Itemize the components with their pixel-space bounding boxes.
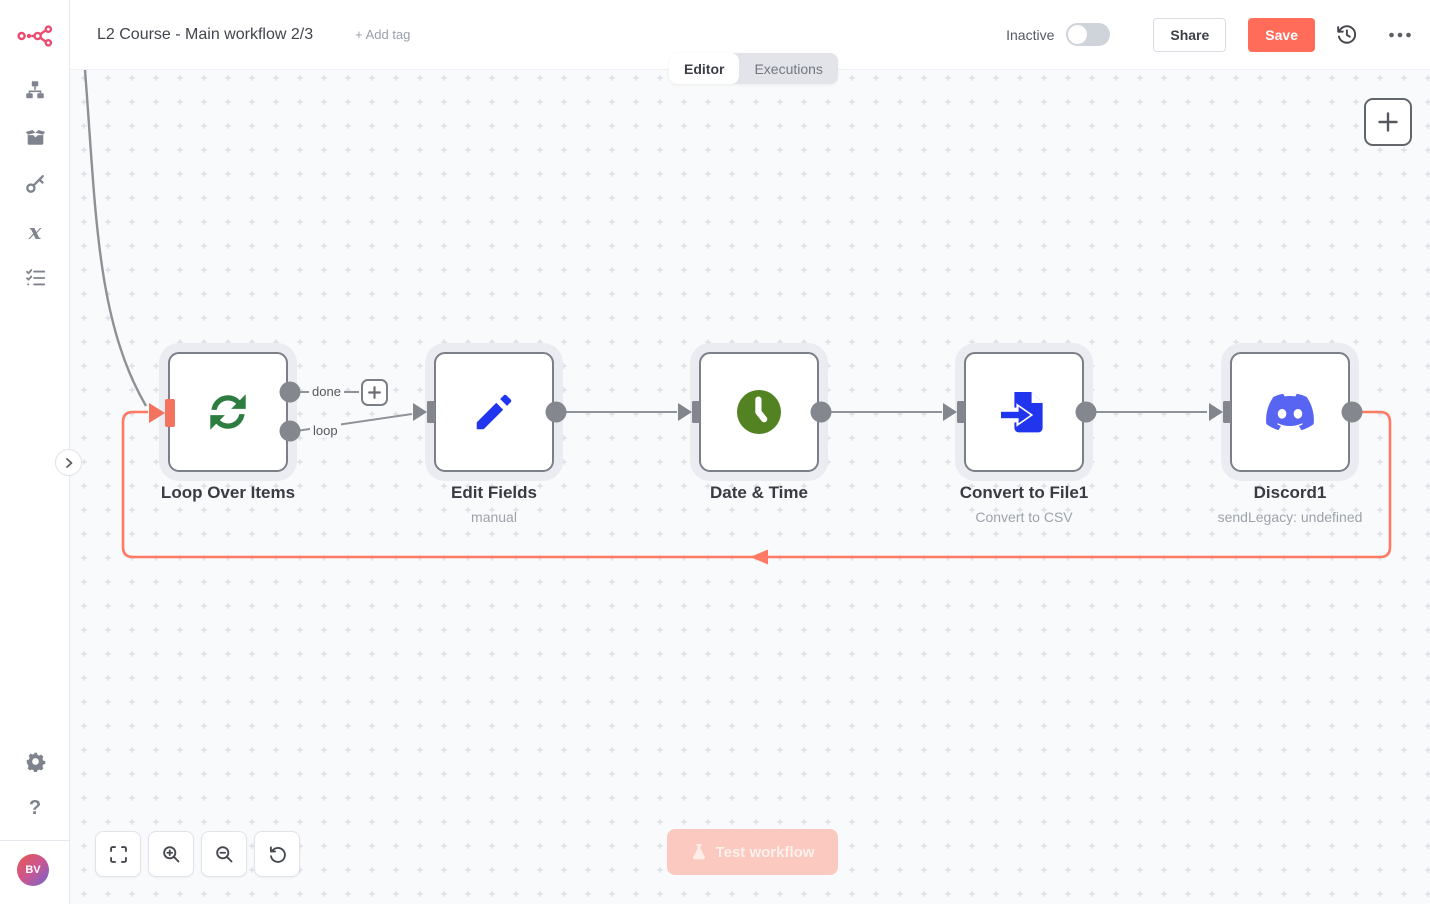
wire-trigger: [85, 70, 146, 406]
sidebar-item-settings[interactable]: [0, 744, 70, 778]
share-button[interactable]: Share: [1153, 18, 1226, 52]
help-question-icon: ?: [29, 797, 41, 820]
flask-icon: [691, 843, 707, 861]
fit-view-icon: [108, 844, 129, 865]
more-options-button[interactable]: [1388, 31, 1412, 39]
ellipsis-icon: [1388, 31, 1412, 39]
node-box[interactable]: [168, 352, 288, 472]
test-workflow-label: Test workflow: [716, 844, 815, 861]
loopback-arrow: [750, 550, 768, 565]
discord-icon: [1264, 391, 1316, 433]
node-box[interactable]: [964, 352, 1084, 472]
sidebar-item-variables[interactable]: x: [0, 214, 70, 248]
zoom-out-icon: [214, 844, 235, 865]
pencil-icon: [471, 389, 517, 435]
reset-zoom-button[interactable]: [254, 831, 300, 877]
variables-x-icon: x: [29, 221, 42, 242]
header-actions: Inactive Share Save: [1006, 18, 1412, 52]
credentials-key-icon: [24, 173, 46, 195]
templates-box-icon: [24, 126, 47, 148]
node-title: Date & Time: [710, 483, 808, 503]
zoom-in-button[interactable]: [148, 831, 194, 877]
history-icon: [1335, 23, 1358, 46]
node-box[interactable]: [1230, 352, 1350, 472]
node-date-time[interactable]: Date & Time: [699, 352, 819, 472]
plus-icon: [367, 385, 382, 400]
sidebar-item-credentials[interactable]: [0, 167, 70, 201]
sidebar-item-templates[interactable]: [0, 120, 70, 154]
node-title: Convert to File1: [960, 483, 1088, 503]
active-toggle[interactable]: [1066, 23, 1110, 46]
sidebar-item-executions[interactable]: [0, 261, 70, 295]
sidebar-divider: [0, 840, 69, 841]
add-node-button[interactable]: [1364, 98, 1412, 146]
node-subtitle: manual: [471, 509, 517, 525]
input-arrow-loop-node: [149, 403, 165, 423]
zoom-to-fit-button[interactable]: [95, 831, 141, 877]
workflows-sitemap-icon: [24, 79, 46, 101]
output-label-loop: loop: [310, 423, 341, 438]
node-loop-over-items[interactable]: Loop Over Items: [168, 352, 288, 472]
node-convert-to-file[interactable]: Convert to File1 Convert to CSV: [964, 352, 1084, 472]
node-edit-fields[interactable]: Edit Fields manual: [434, 352, 554, 472]
executions-checklist-icon: [24, 267, 47, 289]
file-import-icon: [1000, 388, 1048, 436]
clock-icon: [735, 388, 783, 436]
node-subtitle: sendLegacy: undefined: [1218, 509, 1363, 525]
tab-executions[interactable]: Executions: [739, 53, 837, 84]
workflow-status-label: Inactive: [1006, 27, 1054, 43]
toggle-knob: [1068, 25, 1087, 44]
workflow-title[interactable]: L2 Course - Main workflow 2/3: [97, 26, 313, 44]
workflow-history-button[interactable]: [1335, 23, 1358, 46]
sidebar-expand-button[interactable]: [55, 449, 82, 476]
test-workflow-button[interactable]: Test workflow: [667, 829, 838, 875]
node-subtitle: Convert to CSV: [975, 509, 1072, 525]
n8n-logo-icon: [17, 19, 53, 49]
node-box[interactable]: [699, 352, 819, 472]
add-node-after-done-button[interactable]: [361, 379, 388, 406]
node-title: Edit Fields: [451, 483, 537, 503]
tab-editor[interactable]: Editor: [669, 53, 739, 84]
plus-icon: [1377, 111, 1399, 133]
sidebar-item-help[interactable]: ?: [0, 791, 70, 825]
add-tag-button[interactable]: + Add tag: [355, 27, 410, 42]
save-button[interactable]: Save: [1248, 18, 1315, 52]
zoom-out-button[interactable]: [201, 831, 247, 877]
output-label-done: done: [309, 384, 344, 399]
chevron-right-icon: [63, 457, 75, 469]
canvas-zoom-controls: [95, 831, 300, 877]
node-discord[interactable]: Discord1 sendLegacy: undefined: [1230, 352, 1350, 472]
loop-sync-icon: [203, 387, 253, 437]
user-avatar[interactable]: BV: [17, 854, 49, 886]
view-tabs: Editor Executions: [669, 53, 838, 84]
zoom-in-icon: [161, 844, 182, 865]
gear-icon: [25, 751, 46, 772]
workflow-canvas[interactable]: Loop Over Items Edit Fields manual Date …: [70, 70, 1430, 904]
sidebar-item-workflows[interactable]: [0, 73, 70, 107]
n8n-logo[interactable]: [0, 17, 70, 51]
reset-zoom-icon: [267, 844, 288, 865]
node-title: Loop Over Items: [161, 483, 295, 503]
node-box[interactable]: [434, 352, 554, 472]
node-title: Discord1: [1254, 483, 1327, 503]
